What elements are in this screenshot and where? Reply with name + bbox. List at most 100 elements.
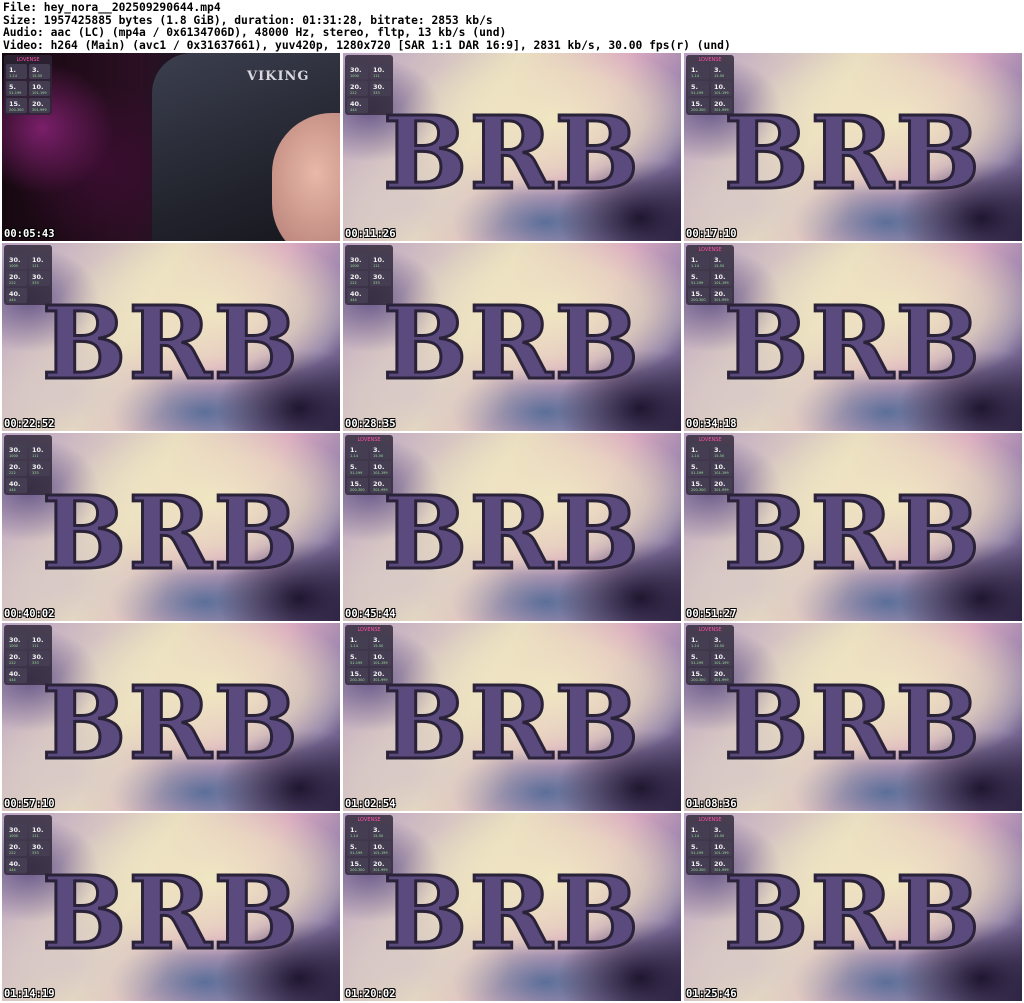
tip-level-range: 301-999 bbox=[714, 298, 729, 302]
tip-menu-tiles: 1. 1-14 3. 15-50 5. 51-199 10. 101-199 15. 200-30… bbox=[347, 824, 391, 873]
tip-menu-tile: 10. 101-199 bbox=[711, 81, 732, 96]
tip-level-range: 333 bbox=[32, 281, 39, 285]
tip-menu-tile: 1. 1-14 bbox=[6, 64, 27, 79]
brb-text: BRB bbox=[40, 283, 301, 402]
tip-level-value: 1. bbox=[350, 446, 357, 454]
tip-menu-overlay: 30. 1000 10. 111 20. 222 30. 333 40. 444 bbox=[4, 625, 52, 685]
tip-menu-overlay: LOVENSE 1. 1-14 3. 15-50 5. 51-199 10. 101-199 15… bbox=[686, 435, 734, 495]
tip-level-value: 10. bbox=[714, 463, 726, 471]
tip-level-value: 20. bbox=[373, 670, 385, 678]
tip-level-range: 1-14 bbox=[691, 264, 699, 268]
tip-level-range: 200-300 bbox=[350, 488, 365, 492]
tip-level-value: 3. bbox=[714, 826, 721, 834]
tip-level-range: 200-300 bbox=[350, 678, 365, 682]
tip-level-value: 40. bbox=[9, 290, 21, 298]
tip-level-range: 301-999 bbox=[714, 488, 729, 492]
tip-menu-tile: 30. 333 bbox=[29, 651, 50, 666]
tip-menu-tile: 3. 15-50 bbox=[711, 634, 732, 649]
tip-level-range: 101-199 bbox=[714, 851, 729, 855]
tip-menu-tile: 15. 200-300 bbox=[347, 478, 368, 493]
tip-level-range: 51-199 bbox=[350, 661, 363, 665]
tip-level-value: 20. bbox=[714, 480, 726, 488]
tip-level-value: 10. bbox=[714, 83, 726, 91]
tip-level-range: 444 bbox=[9, 488, 16, 492]
tip-level-value: 5. bbox=[691, 83, 698, 91]
tip-level-value: 20. bbox=[714, 290, 726, 298]
tip-menu-tiles: 1. 1-14 3. 15-50 5. 51-199 10. 101-199 15. 200-30… bbox=[688, 64, 732, 113]
video-thumbnail: BRB LOVENSE 1. 1-14 3. 15-50 5. 51-199 10. 101-19… bbox=[684, 53, 1022, 241]
tip-level-range: 200-300 bbox=[9, 108, 24, 112]
tip-menu-tile: 3. 15-50 bbox=[711, 444, 732, 459]
tip-level-value: 10. bbox=[373, 66, 385, 74]
tip-menu-tile: 10. 111 bbox=[29, 634, 50, 649]
video-info-line: Video: h264 (Main) (avc1 / 0x31637661), … bbox=[3, 38, 731, 52]
tip-level-range: 101-199 bbox=[714, 661, 729, 665]
tip-level-value: 40. bbox=[350, 100, 362, 108]
tip-level-range: 222 bbox=[9, 661, 16, 665]
tip-level-value: 20. bbox=[9, 653, 21, 661]
tip-menu-tile: 1. 1-14 bbox=[347, 444, 368, 459]
tip-menu-title: LOVENSE bbox=[698, 437, 722, 443]
tip-menu-tile: 1. 1-14 bbox=[688, 64, 709, 79]
tip-menu-tile: 15. 200-300 bbox=[688, 98, 709, 113]
tip-menu-tile: 5. 51-199 bbox=[688, 841, 709, 856]
thumbnail-timestamp: 00:57:10 bbox=[4, 798, 55, 810]
tip-level-value: 20. bbox=[714, 100, 726, 108]
tip-level-range: 15-50 bbox=[714, 264, 725, 268]
tip-menu-tiles: 30. 1000 10. 111 20. 222 30. 333 40. 444 bbox=[6, 254, 50, 303]
tip-menu-tiles: 30. 1000 10. 111 20. 222 30. 333 40. 444 bbox=[347, 254, 391, 303]
tip-level-range: 51-199 bbox=[691, 281, 704, 285]
tip-level-range: 333 bbox=[373, 91, 380, 95]
tip-menu-tile: 10. 101-199 bbox=[29, 81, 50, 96]
tip-level-range: 444 bbox=[350, 298, 357, 302]
tip-menu-tile: 3. 15-50 bbox=[29, 64, 50, 79]
tip-level-range: 200-300 bbox=[691, 488, 706, 492]
tip-menu-tile: 10. 111 bbox=[29, 824, 50, 839]
tip-menu-tile: 1. 1-14 bbox=[688, 444, 709, 459]
tip-level-range: 301-999 bbox=[32, 108, 47, 112]
tip-level-value: 10. bbox=[373, 463, 385, 471]
thumbnail-timestamp: 01:20:02 bbox=[345, 988, 396, 1000]
tip-menu-overlay: 30. 1000 10. 111 20. 222 30. 333 40. 444 bbox=[345, 55, 393, 115]
tip-level-range: 333 bbox=[32, 471, 39, 475]
tip-menu-tile: 15. 200-300 bbox=[347, 858, 368, 873]
brb-text: BRB bbox=[381, 93, 642, 212]
thumbnail-timestamp: 01:14:19 bbox=[4, 988, 55, 1000]
tip-menu-overlay: LOVENSE 1. 1-14 3. 15-50 5. 51-199 10. 101-199 15… bbox=[686, 815, 734, 875]
tip-menu-title: LOVENSE bbox=[357, 817, 381, 823]
tip-level-range: 1-14 bbox=[350, 834, 358, 838]
tip-menu-tile: 20. 301-999 bbox=[370, 858, 391, 873]
tip-menu-tile: 5. 51-199 bbox=[688, 271, 709, 286]
tip-level-range: 51-199 bbox=[691, 661, 704, 665]
tip-menu-title bbox=[6, 437, 50, 444]
brb-text: BRB bbox=[381, 853, 642, 972]
tip-level-range: 15-50 bbox=[373, 454, 384, 458]
tip-level-value: 30. bbox=[32, 843, 44, 851]
tip-menu-tile: 30. 1000 bbox=[6, 634, 27, 649]
tip-level-range: 101-199 bbox=[714, 91, 729, 95]
tip-menu-title bbox=[6, 817, 50, 824]
tip-menu-tile: 30. 1000 bbox=[347, 254, 368, 269]
tip-level-range: 15-50 bbox=[373, 644, 384, 648]
tip-menu-tile: 20. 301-999 bbox=[711, 858, 732, 873]
thumbnail-timestamp: 00:22:52 bbox=[4, 418, 55, 430]
brb-text: BRB bbox=[722, 473, 983, 592]
tip-menu-tile: 30. 333 bbox=[29, 461, 50, 476]
tip-menu-tile: 15. 200-300 bbox=[688, 858, 709, 873]
tip-level-value: 20. bbox=[9, 463, 21, 471]
tip-level-range: 15-50 bbox=[714, 834, 725, 838]
tip-menu-overlay: LOVENSE 1. 1-14 3. 15-50 5. 51-199 10. 101-199 15… bbox=[4, 55, 52, 115]
video-thumbnail: BRB LOVENSE 1. 1-14 3. 15-50 5. 51-199 10. 101-19… bbox=[343, 813, 681, 1001]
tip-menu-tile: 20. 301-999 bbox=[370, 668, 391, 683]
tip-level-range: 200-300 bbox=[691, 868, 706, 872]
tip-level-range: 1000 bbox=[350, 74, 359, 78]
tip-menu-tile: 10. 101-199 bbox=[711, 461, 732, 476]
thumbnail-grid: VIKING LOVENSE 1. 1-14 3. 15-50 5. 51-199 10. 101… bbox=[2, 53, 1022, 1003]
tip-level-value: 1. bbox=[691, 446, 698, 454]
tip-menu-title: LOVENSE bbox=[698, 627, 722, 633]
tip-level-value: 10. bbox=[714, 843, 726, 851]
tip-level-value: 3. bbox=[32, 66, 39, 74]
tip-level-value: 30. bbox=[373, 83, 385, 91]
thumbnail-timestamp: 00:34:18 bbox=[686, 418, 737, 430]
tip-menu-tile: 15. 200-300 bbox=[688, 288, 709, 303]
